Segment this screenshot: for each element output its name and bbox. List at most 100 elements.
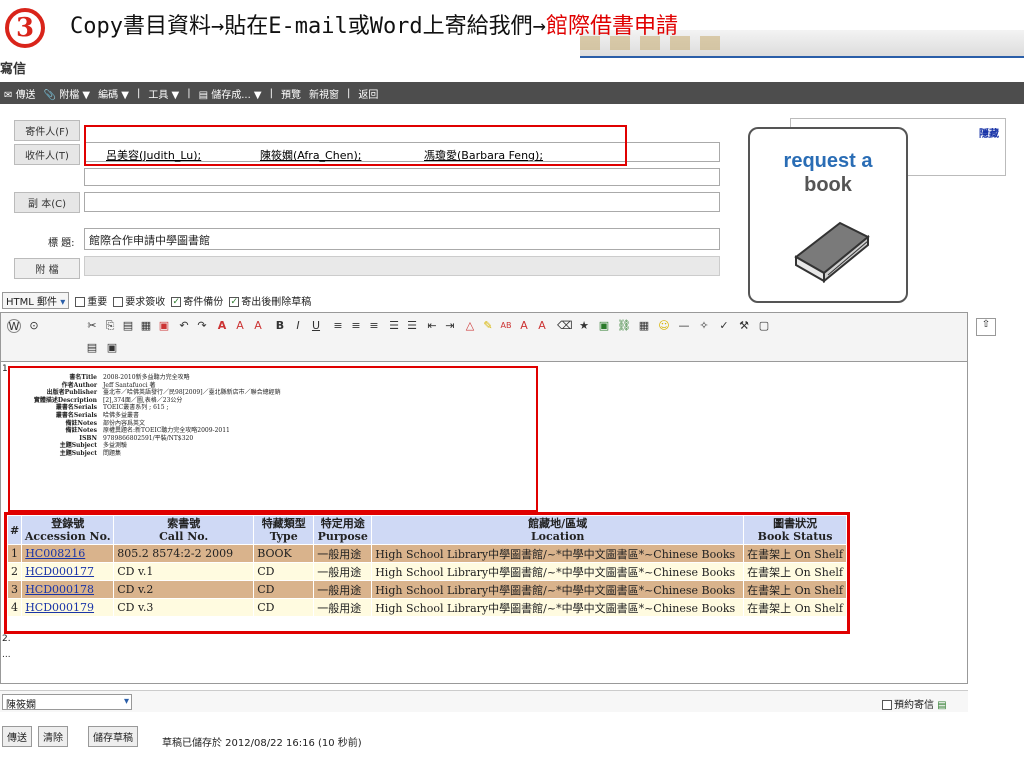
save-draft-button[interactable]: 儲存草稿 — [88, 726, 138, 747]
cell-purpose: 一般用途 — [313, 580, 373, 599]
fullscreen-icon[interactable]: ▤ — [85, 341, 99, 355]
align-center-icon[interactable]: ≡ — [349, 319, 363, 333]
recipient-chip[interactable]: 呂美容(Judith_Lu); — [106, 147, 201, 163]
preview-button[interactable]: 預覽 — [281, 86, 301, 101]
table-row: 2 HCD000177 CD v.1 CD 一般用途 High School L… — [6, 562, 847, 581]
redo-icon[interactable]: ↷ — [195, 319, 209, 333]
bold-icon[interactable]: B — [273, 319, 287, 333]
remove-format-icon[interactable]: ▣ — [157, 319, 171, 333]
editor-expand-icon[interactable]: ⇧ — [976, 318, 996, 336]
attach-toolbar-button[interactable]: 📎 附檔 ▼ — [44, 86, 91, 101]
paste-word-icon[interactable]: ▦ — [139, 319, 153, 333]
superscript-icon[interactable]: A — [517, 319, 531, 333]
recipient-chip[interactable]: 馮瓊愛(Barbara Feng); — [424, 147, 543, 163]
save-as-menu[interactable]: ▤ 儲存成... ▼ — [199, 86, 262, 101]
tools-menu[interactable]: 工具 ▼ — [148, 86, 179, 101]
cell-status: 在書架上 On Shelf — [743, 580, 847, 599]
preview-mode-icon[interactable]: ⊙ — [27, 319, 41, 333]
align-left-icon[interactable]: ≡ — [331, 319, 345, 333]
back-button[interactable]: 返回 — [358, 86, 378, 101]
to-field-extra[interactable] — [84, 168, 720, 186]
toolbar-divider: | — [136, 87, 141, 99]
underline-icon[interactable]: U — [309, 319, 323, 333]
source-mode-icon[interactable]: W — [7, 319, 21, 333]
recipient-chip[interactable]: 陳筱嫻(Afra_Chen); — [260, 147, 361, 163]
strikethrough-icon[interactable]: AB — [499, 319, 513, 333]
accession-link[interactable]: HC008216 — [25, 547, 85, 560]
send-button-label: 傳送 — [2, 726, 32, 747]
font-size-up-icon[interactable]: A — [233, 319, 247, 333]
spellcheck-icon[interactable]: ✓ — [717, 319, 731, 333]
draft-status: 草稿已儲存於 2012/08/22 16:16 (10 秒前) — [162, 738, 362, 749]
sender-label-button[interactable]: 寄件人(F) — [14, 120, 80, 141]
show-blocks-icon[interactable]: ▣ — [105, 341, 119, 355]
signature-select[interactable]: 陳筱嫻 ▾ — [2, 694, 132, 711]
subject-input[interactable]: 館際合作申請中學圖書館 — [84, 228, 720, 250]
record-value: 臺北市／哈佛英語發行／民98[2009]／臺北縣新店市／聯合總經銷 — [103, 389, 281, 397]
recipient-name: 陳筱嫻(Afra_Chen); — [260, 149, 362, 162]
horizontal-rule-icon[interactable]: — — [677, 319, 691, 333]
special-char-icon[interactable]: ✧ — [697, 319, 711, 333]
record-key: 主題Subject — [59, 449, 97, 457]
star-icon[interactable]: ★ — [577, 319, 591, 333]
clear-button[interactable]: 清除 — [38, 726, 68, 747]
link-icon[interactable]: ⛓ — [617, 319, 631, 333]
font-color-icon[interactable]: A — [215, 319, 229, 333]
cell-num: 1 — [6, 544, 23, 563]
calendar-icon[interactable]: ▤ — [937, 700, 946, 711]
italic-icon[interactable]: I — [291, 319, 305, 333]
cell-accession: HCD000178 — [21, 580, 115, 599]
cell-type: CD — [253, 580, 315, 599]
col-location-header: 館藏地/區域 Location — [371, 515, 745, 545]
encoding-menu[interactable]: 編碼 ▼ — [98, 86, 129, 101]
slide-title: Copy書目資料→貼在E-mail或Word上寄給我們→館際借書申請 — [70, 8, 678, 40]
align-right-icon[interactable]: ≡ — [367, 319, 381, 333]
template-icon[interactable]: ▢ — [757, 319, 771, 333]
numbered-list-icon[interactable]: ☰ — [387, 319, 401, 333]
send-toolbar-button[interactable]: ✉ 傳送 — [4, 86, 36, 101]
hide-address-book-link[interactable]: 隱藏 — [979, 125, 999, 140]
subscript-icon[interactable]: A — [535, 319, 549, 333]
save-as-label: 儲存成... ▼ — [211, 89, 262, 101]
cc-label-button[interactable]: 副 本(C) — [14, 192, 80, 213]
new-window-button[interactable]: 新視窗 — [309, 86, 339, 101]
accession-link[interactable]: HCD000177 — [25, 565, 94, 578]
option-save-copy[interactable]: ✓ 寄件備份 — [171, 293, 223, 308]
accession-link[interactable]: HCD000178 — [25, 583, 94, 596]
copy-icon[interactable]: ⎘ — [103, 319, 117, 333]
text-color-icon[interactable]: △ — [463, 319, 477, 333]
format-select[interactable]: HTML 郵件 ▾ — [2, 291, 70, 309]
cell-status: 在書架上 On Shelf — [743, 562, 847, 581]
tools-icon[interactable]: ⚒ — [737, 319, 751, 333]
table-icon[interactable]: ▦ — [637, 319, 651, 333]
attach-field[interactable] — [84, 256, 720, 276]
col-type-header: 特藏類型 Type — [253, 515, 315, 545]
option-label: 重要 — [87, 296, 108, 308]
send-button[interactable]: 傳送 — [2, 726, 32, 747]
cell-call: CD v.2 — [113, 580, 255, 599]
record-key: 出版者Publisher — [46, 389, 97, 397]
indent-icon[interactable]: ⇥ — [443, 319, 457, 333]
to-label-button[interactable]: 收件人(T) — [14, 144, 80, 165]
font-size-down-icon[interactable]: A — [251, 319, 265, 333]
paste-icon[interactable]: ▤ — [121, 319, 135, 333]
bullet-list-icon[interactable]: ☰ — [405, 319, 419, 333]
eraser-icon[interactable]: ⌫ — [557, 319, 573, 333]
image-icon[interactable]: ▣ — [597, 319, 611, 333]
holdings-table: # 登錄號 Accession No. 索書號 Call No. 特藏類型 Type … — [6, 515, 847, 617]
undo-icon[interactable]: ↶ — [177, 319, 191, 333]
emoji-icon[interactable]: ☺ — [657, 319, 671, 333]
highlight-icon[interactable]: ✎ — [481, 319, 495, 333]
option-read-receipt[interactable]: 要求簽收 — [113, 293, 165, 308]
record-value: 9789866802591/平裝/NT$320 — [103, 434, 194, 442]
cc-field[interactable] — [84, 192, 720, 212]
outdent-icon[interactable]: ⇤ — [425, 319, 439, 333]
accession-link[interactable]: HCD000179 — [25, 601, 94, 614]
header-zh: 索書號 — [167, 517, 201, 530]
subject-label: 標 題: — [48, 238, 75, 249]
cut-icon[interactable]: ✂ — [85, 319, 99, 333]
option-important[interactable]: 重要 — [75, 293, 107, 308]
option-delete-draft[interactable]: ✓ 寄出後刪除草稿 — [229, 293, 311, 308]
schedule-option[interactable]: 預約寄信 ▤ — [882, 696, 947, 711]
record-key: 書名Title — [69, 374, 97, 381]
